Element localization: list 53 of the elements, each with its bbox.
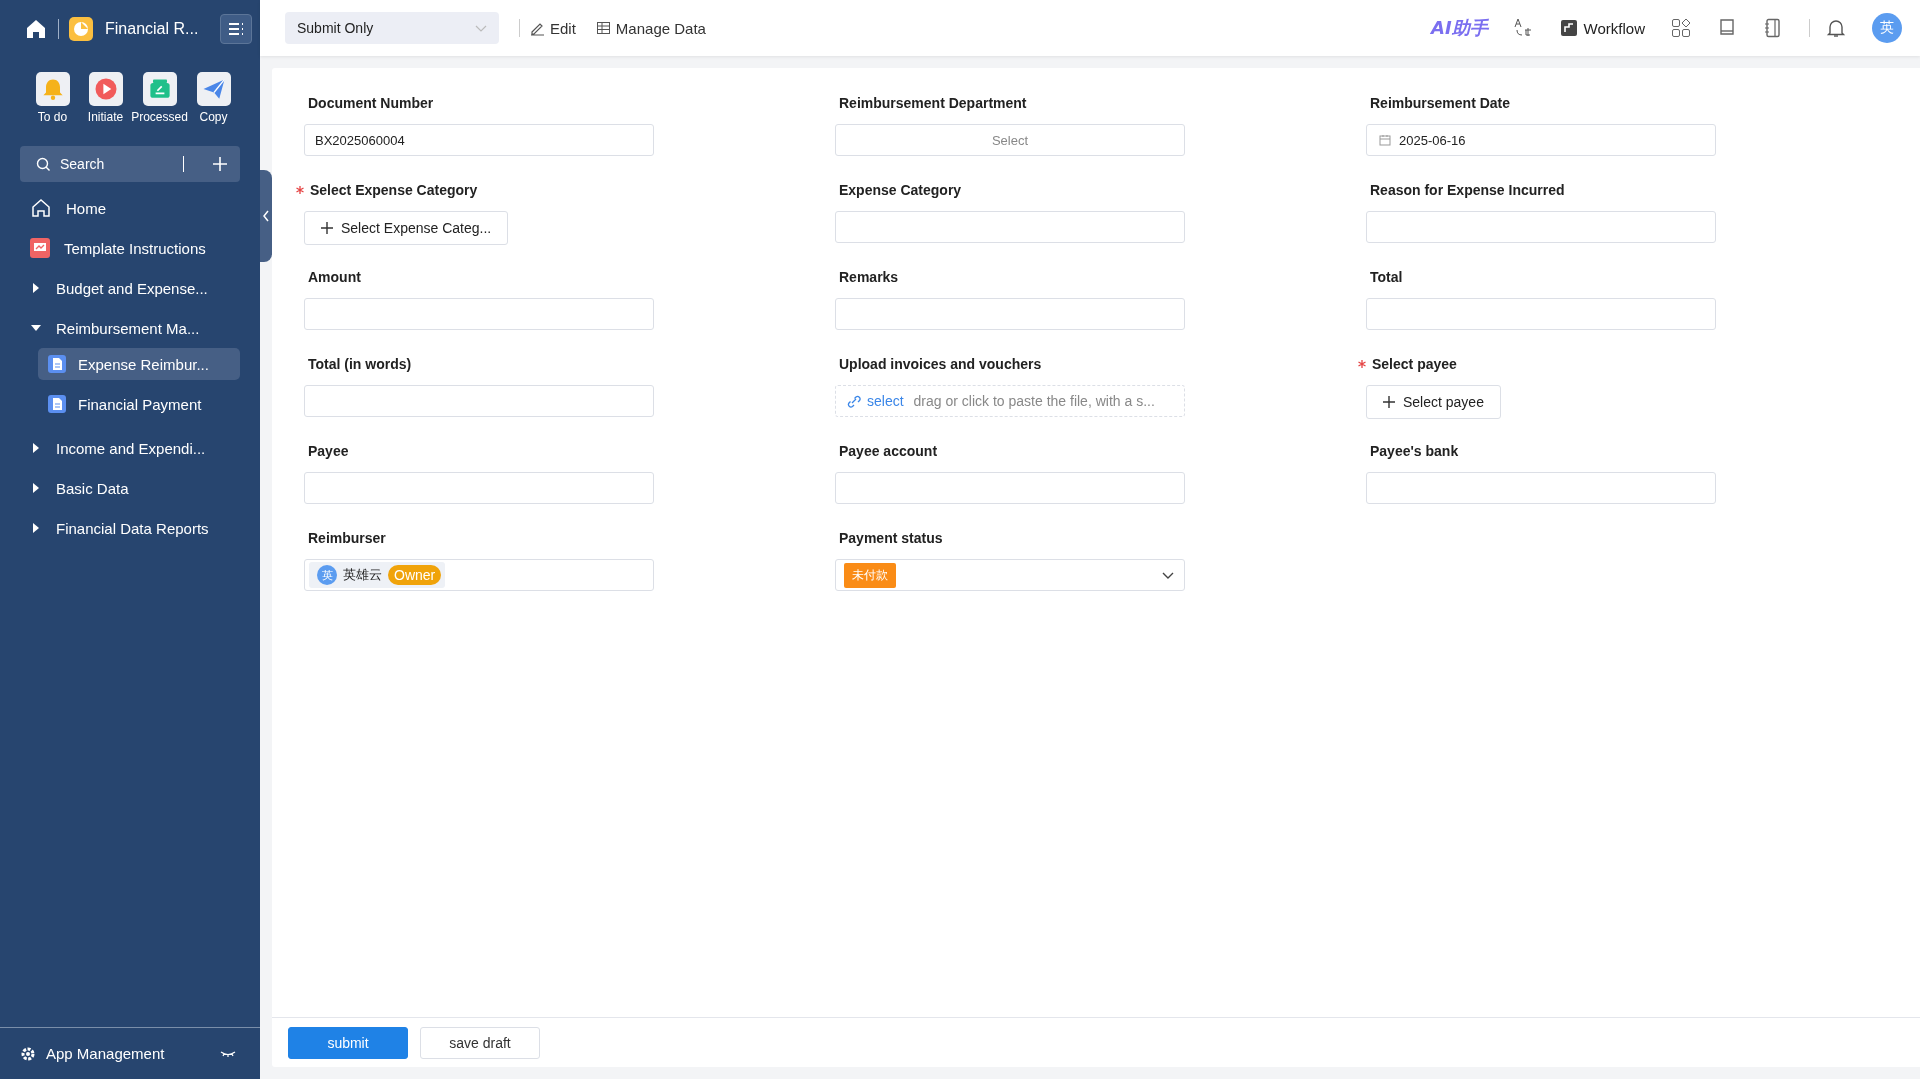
nav-item[interactable]: Home [20,188,240,228]
nav-item[interactable]: Template Instructions [20,228,240,268]
shortcut-button[interactable]: Initiate [79,72,132,124]
field-label: Reason for Expense Incurred [1370,181,1565,198]
field-label: Remarks [839,268,899,285]
app-management-link[interactable]: App Management [20,1045,165,1062]
select-link[interactable]: select [867,393,904,409]
field-label: Payment status [839,529,943,546]
field-label: Total [1370,268,1403,285]
nav-item[interactable]: Expense Reimbur... [38,348,240,380]
owner-badge: Owner [388,565,442,585]
field-label: Payee's bank [1370,442,1459,459]
workflow-button[interactable]: Workflow [1559,19,1645,37]
submit-button[interactable]: submit [288,1026,408,1059]
field-label: Expense Category [839,181,962,198]
app-title: Financial R... [105,20,200,38]
field-label: Upload invoices and vouchers [839,355,1042,372]
shortcut-button[interactable]: Processed [132,72,187,124]
upload-field[interactable]: select drag or click to paste the file, with a s... [835,385,1185,417]
field-label: Reimburser [308,529,386,546]
ai-assistant-button[interactable]: AI助手 [1430,16,1488,40]
shortcut-button[interactable]: To do [26,72,79,124]
field-label: Payee account [839,442,938,459]
save-draft-button[interactable]: save draft [420,1026,540,1059]
toolbar-button[interactable]: Edit [530,19,576,37]
field-label: Select payee [1372,355,1457,372]
select-button[interactable]: Select Expense Categ... [304,211,509,245]
toolbar-button[interactable]: Manage Data [595,19,706,37]
nav-item[interactable]: Financial Payment [38,388,240,420]
nav-item[interactable]: Basic Data [20,468,240,508]
field-label: Reimbursement Department [839,94,1027,111]
field-label: Reimbursement Date [1370,94,1511,111]
search-field[interactable]: Search [20,146,240,182]
member-chip: 英 英雄云 Owner [309,562,446,588]
select-field[interactable]: Select [835,124,1185,156]
member-avatar: 英 [317,565,337,585]
nav-item[interactable]: Budget and Expense... [20,268,240,308]
field-label: Amount [308,268,361,285]
input-field[interactable]: BX2025060004 [304,124,654,156]
field-label: Total (in words) [308,355,412,372]
shortcut-button[interactable]: Copy [187,72,240,124]
field-label: Document Number [308,94,434,111]
select-button[interactable]: Select payee [1366,385,1501,419]
field-label: Select Expense Category [310,181,478,198]
nav-item[interactable]: Financial Data Reports [20,508,240,548]
field-label: Payee [308,442,349,459]
nav-item[interactable]: Income and Expendi... [20,428,240,468]
date-field[interactable]: 2025-06-16 [1366,124,1716,156]
status-tag: 未付款 [844,562,896,588]
upload-hint: drag or click to paste the file, with a s... [913,393,1155,409]
member-field[interactable]: 英 英雄云 Owner [304,559,654,591]
mode-select[interactable]: Submit Only [285,12,499,44]
nav-item[interactable]: Reimbursement Ma... [20,308,240,348]
